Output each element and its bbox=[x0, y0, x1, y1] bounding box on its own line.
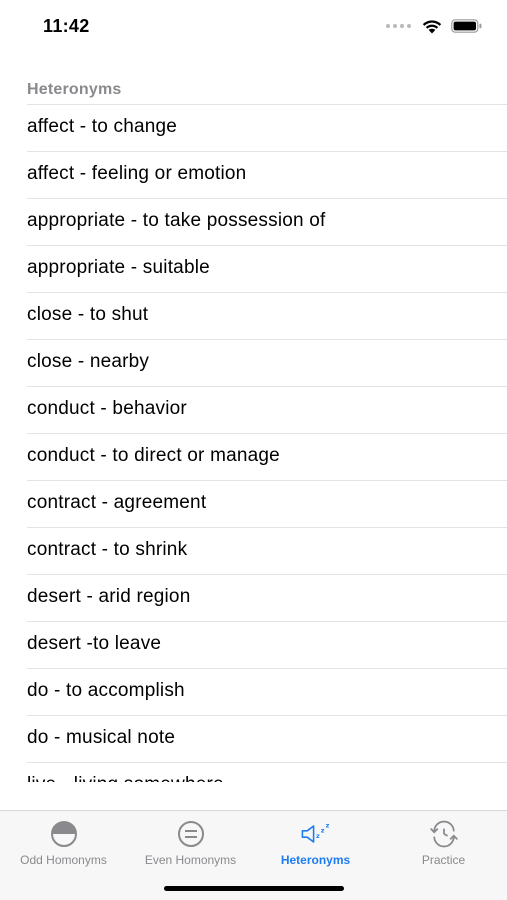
list-item[interactable]: contract - to shrink bbox=[27, 527, 507, 574]
clock-arrows-icon bbox=[429, 820, 458, 848]
list-item[interactable]: do - to accomplish bbox=[27, 668, 507, 715]
list-item-label: desert - arid region bbox=[27, 586, 191, 607]
status-icons bbox=[386, 18, 483, 34]
section-header: Heteronyms bbox=[27, 81, 122, 98]
tab-label: Heteronyms bbox=[280, 853, 351, 867]
list-item[interactable]: live - living somewhere bbox=[27, 762, 507, 782]
app-screen: 11:42 Heteronyms affect - to change affec… bbox=[0, 0, 507, 900]
list-item[interactable]: close - nearby bbox=[27, 339, 507, 386]
status-time: 11:42 bbox=[43, 16, 90, 36]
tab-odd-homonyms[interactable]: Odd Homonyms bbox=[0, 819, 127, 867]
list-item-label: do - to accomplish bbox=[27, 680, 185, 701]
cellular-signal-icon bbox=[386, 24, 411, 28]
home-indicator[interactable] bbox=[164, 886, 344, 891]
list-item-label: conduct - behavior bbox=[27, 398, 187, 419]
list-item[interactable]: do - musical note bbox=[27, 715, 507, 762]
equal-circle-icon bbox=[177, 821, 204, 847]
list-item-label: conduct - to direct or manage bbox=[27, 445, 280, 466]
list-item[interactable]: close - to shut bbox=[27, 292, 507, 339]
list-item[interactable]: appropriate - to take possession of bbox=[27, 198, 507, 245]
list-item[interactable]: contract - agreement bbox=[27, 480, 507, 527]
tab-label: Odd Homonyms bbox=[20, 853, 107, 867]
speaker-zzz-icon: z z z bbox=[301, 822, 329, 843]
list-item-label: affect - feeling or emotion bbox=[27, 163, 247, 184]
list-item-label: do - musical note bbox=[27, 727, 176, 748]
svg-text:z: z bbox=[316, 832, 320, 840]
tab-even-homonyms[interactable]: Even Homonyms bbox=[127, 819, 254, 867]
list-rows: affect - to change affect - feeling or em… bbox=[0, 104, 507, 782]
list-item-label: desert -to leave bbox=[27, 633, 162, 654]
wifi-icon bbox=[422, 20, 442, 34]
heteronyms-list[interactable]: Heteronyms affect - to change affect - fe… bbox=[0, 70, 507, 782]
list-item-label: contract - agreement bbox=[27, 492, 207, 513]
list-item-label: live - living somewhere bbox=[27, 774, 224, 782]
tab-label: Practice bbox=[421, 853, 466, 867]
list-item-label: appropriate - suitable bbox=[27, 257, 210, 278]
half-circle-icon bbox=[50, 821, 77, 847]
tab-label: Even Homonyms bbox=[144, 853, 237, 867]
list-item-label: contract - to shrink bbox=[27, 539, 188, 560]
list-item-label: close - to shut bbox=[27, 304, 149, 325]
list-item-label: affect - to change bbox=[27, 116, 178, 137]
list-item[interactable]: conduct - to direct or manage bbox=[27, 433, 507, 480]
list-item[interactable]: appropriate - suitable bbox=[27, 245, 507, 292]
list-item[interactable]: desert - arid region bbox=[27, 574, 507, 621]
battery-icon bbox=[451, 19, 482, 33]
list-item-label: appropriate - to take possession of bbox=[27, 210, 326, 231]
list-item[interactable]: affect - to change bbox=[27, 104, 507, 151]
tab-practice[interactable]: Practice bbox=[380, 819, 507, 867]
list-item[interactable]: affect - feeling or emotion bbox=[27, 151, 507, 198]
list-item[interactable]: conduct - behavior bbox=[27, 386, 507, 433]
svg-text:z: z bbox=[325, 822, 329, 830]
list-item-label: close - nearby bbox=[27, 351, 150, 372]
svg-text:z: z bbox=[320, 826, 324, 834]
status-bar: 11:42 bbox=[0, 0, 507, 56]
tab-heteronyms[interactable]: z z z Heteronyms bbox=[252, 819, 379, 867]
list-item[interactable]: desert -to leave bbox=[27, 621, 507, 668]
